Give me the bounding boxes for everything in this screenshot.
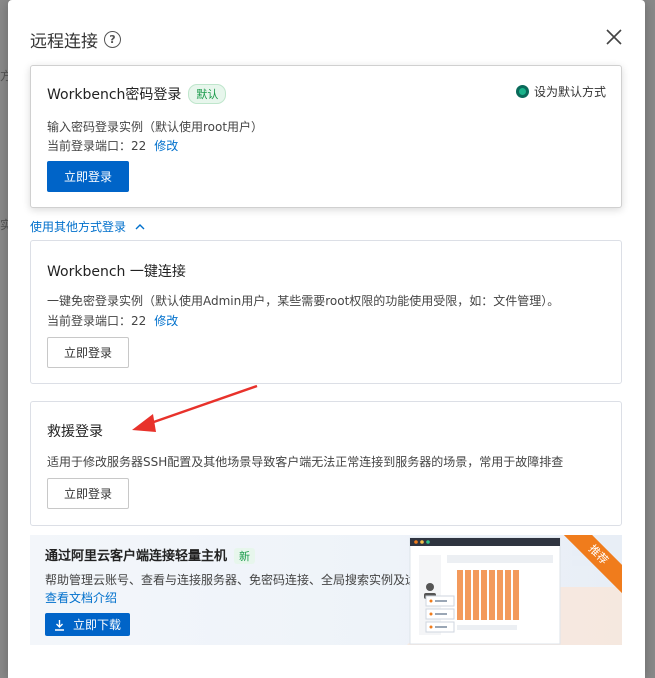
dialog-title: 远程连接 — [30, 32, 98, 52]
one-click-card: Workbench 一键连接 一键免密登录实例（默认使用Admin用户，某些需要… — [30, 240, 622, 384]
one-click-description: 一键免密登录实例（默认使用Admin用户，某些需要root权限的功能使用受限，如… — [47, 294, 560, 308]
port-label: 当前登录端口：22 — [47, 139, 147, 153]
server-stack-icon — [425, 595, 455, 633]
radio-checked-icon — [515, 85, 529, 98]
close-icon[interactable] — [605, 28, 623, 46]
other-methods-toggle[interactable]: 使用其他方式登录 — [30, 218, 145, 235]
new-tag: 新 — [234, 548, 256, 564]
promo-title-text: 通过阿里云客户端连接轻量主机 — [45, 549, 228, 564]
rescue-title: 救援登录 — [47, 424, 103, 440]
port-line: 当前登录端口：22 修改 — [47, 137, 178, 154]
password-login-card: Workbench密码登录 默认 设为默认方式 输入密码登录实例（默认使用root… — [30, 65, 622, 208]
rescue-description: 适用于修改服务器SSH配置及其他场景导致客户端无法正常连接到服务器的场景，常用于… — [47, 455, 564, 469]
modify-port-link[interactable]: 修改 — [154, 314, 178, 328]
password-login-description: 输入密码登录实例（默认使用root用户） — [47, 120, 264, 134]
promo-title: 通过阿里云客户端连接轻量主机新 — [45, 545, 256, 564]
set-default-label: 设为默认方式 — [533, 85, 606, 99]
dialog-header: 远程连接 ? — [30, 27, 121, 52]
promo-description: 帮助管理云账号、查看与连接服务器、免密码连接、全局搜索实例及远程连接。 — [45, 573, 466, 587]
password-login-title: Workbench密码登录 — [47, 87, 182, 103]
port-label: 当前登录端口：22 — [47, 314, 147, 328]
password-login-button[interactable]: 立即登录 — [47, 161, 129, 192]
question-circle-icon[interactable]: ? — [104, 31, 121, 48]
remote-connect-dialog: 远程连接 ? Workbench密码登录 默认 设为默认方式 输入密码登录实例（默… — [8, 0, 645, 678]
default-tag: 默认 — [188, 84, 227, 104]
client-promo-banner: 通过阿里云客户端连接轻量主机新 帮助管理云账号、查看与连接服务器、免密码连接、全… — [30, 535, 622, 645]
download-button[interactable]: 立即下载 — [45, 613, 130, 636]
modify-port-link[interactable]: 修改 — [154, 139, 178, 153]
rescue-login-button[interactable]: 立即登录 — [47, 478, 129, 509]
port-line: 当前登录端口：22 修改 — [47, 312, 178, 329]
download-icon — [54, 619, 64, 631]
chevron-up-icon — [135, 223, 145, 229]
one-click-login-button[interactable]: 立即登录 — [47, 337, 129, 368]
other-methods-label: 使用其他方式登录 — [30, 220, 127, 234]
one-click-title: Workbench 一键连接 — [47, 264, 186, 280]
rescue-login-card: 救援登录 适用于修改服务器SSH配置及其他场景导致客户端无法正常连接到服务器的场… — [30, 401, 622, 526]
view-docs-link[interactable]: 查看文档介绍 — [45, 589, 117, 606]
download-label: 立即下载 — [72, 618, 121, 632]
card-title: Workbench密码登录 默认 — [47, 84, 227, 104]
set-default-radio[interactable]: 设为默认方式 — [515, 83, 606, 100]
